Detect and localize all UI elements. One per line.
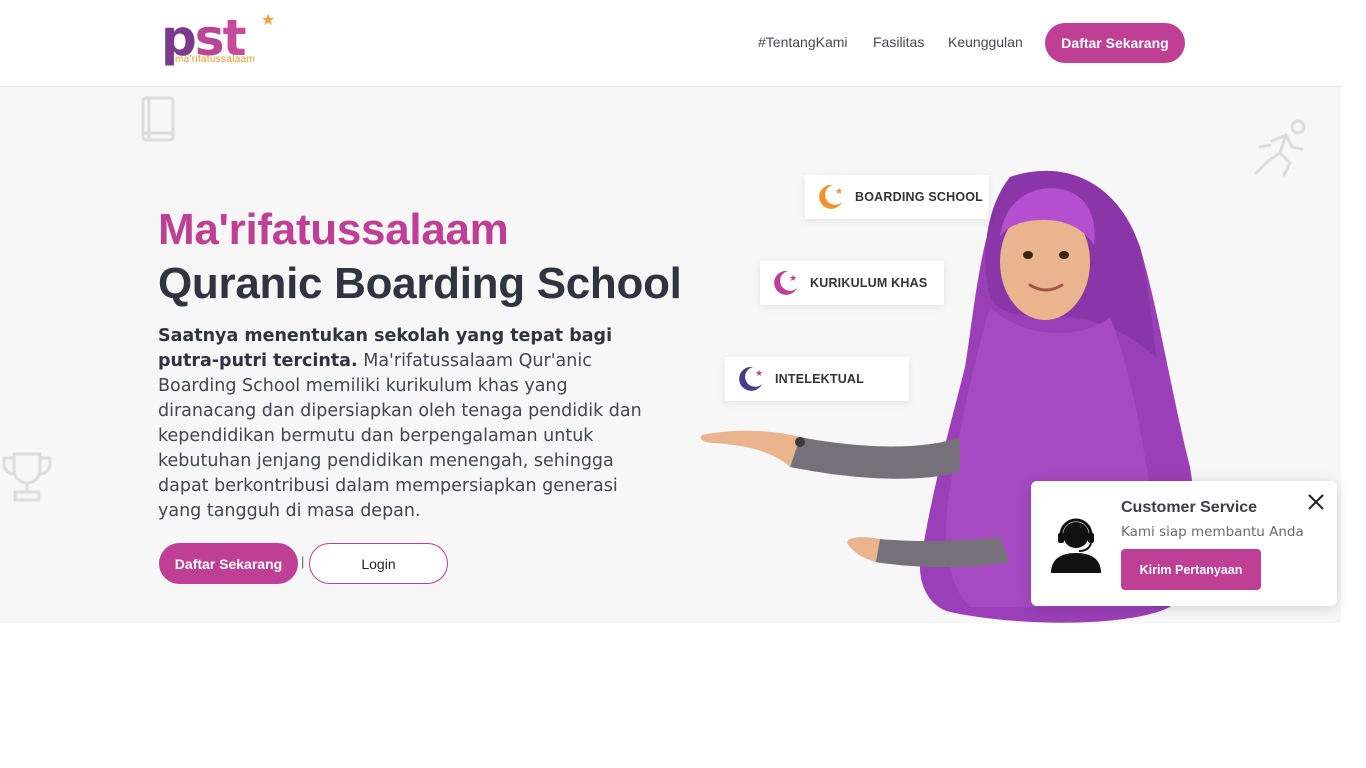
moon-star-icon: ★ <box>774 270 797 295</box>
svg-text:★: ★ <box>789 274 797 284</box>
login-button[interactable]: Login <box>309 543 448 584</box>
badge-kurikulum-khas: ★ KURIKULUM KHAS <box>760 261 944 305</box>
book-icon <box>141 96 175 142</box>
cs-subtitle: Kami siap membantu Anda <box>1121 524 1304 540</box>
logo-star-icon: ★ <box>261 12 276 29</box>
badge-label: KURIKULUM KHAS <box>810 276 928 290</box>
svg-text:★: ★ <box>835 187 843 197</box>
running-icon <box>1254 119 1306 177</box>
logo[interactable]: pst ★ ma'rifatussalaam <box>160 10 280 70</box>
hero-description-body: Ma'rifatussalaam Qur'anic Boarding Schoo… <box>158 351 642 521</box>
hero-description: Saatnya menentukan sekolah yang tepat ba… <box>158 324 648 524</box>
nav-fasilitas[interactable]: Fasilitas <box>873 34 924 50</box>
headset-agent-icon <box>1051 518 1101 573</box>
hero-title-subtitle: Quranic Boarding School <box>158 259 682 308</box>
moon-star-icon: ★ <box>739 366 763 391</box>
button-separator: | <box>301 554 305 569</box>
moon-star-icon: ★ <box>819 184 843 209</box>
cs-title: Customer Service <box>1121 499 1258 516</box>
customer-service-popup: Customer Service Kami siap membantu Anda… <box>1031 481 1337 606</box>
site-header: pst ★ ma'rifatussalaam #TentangKami Fasi… <box>0 0 1341 87</box>
badge-intelektual: ★ INTELEKTUAL <box>725 357 909 401</box>
hero-title-school-name: Ma'rifatussalaam <box>158 205 509 254</box>
hero-register-button[interactable]: Daftar Sekarang <box>159 543 298 584</box>
send-question-button[interactable]: Kirim Pertanyaan <box>1121 549 1261 590</box>
close-icon[interactable] <box>1307 493 1325 511</box>
logo-tagline: ma'rifatussalaam <box>175 54 256 65</box>
svg-text:★: ★ <box>755 369 763 379</box>
trophy-icon <box>2 452 52 502</box>
badge-boarding-school: ★ BOARDING SCHOOL <box>805 175 989 219</box>
badge-label: BOARDING SCHOOL <box>855 190 983 204</box>
nav-keunggulan[interactable]: Keunggulan <box>948 34 1023 50</box>
nav-tentang-kami[interactable]: #TentangKami <box>758 34 848 50</box>
nav-register-button[interactable]: Daftar Sekarang <box>1045 23 1185 63</box>
badge-label: INTELEKTUAL <box>775 372 864 386</box>
